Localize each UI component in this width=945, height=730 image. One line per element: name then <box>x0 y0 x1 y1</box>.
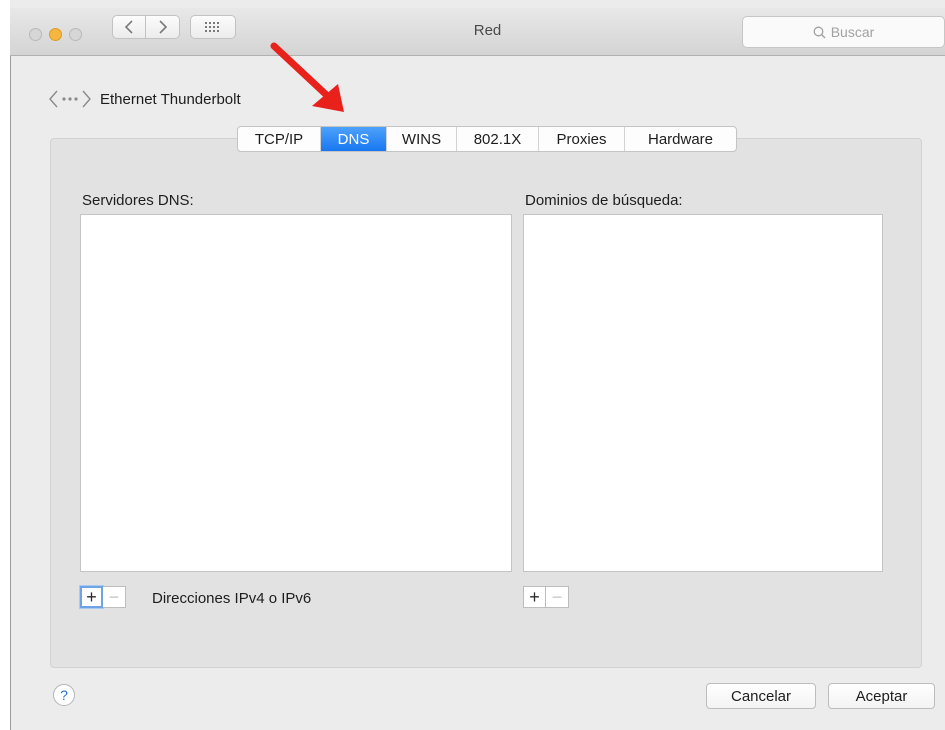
address-hint: Direcciones IPv4 o IPv6 <box>152 590 312 607</box>
tab-bar: TCP/IP DNS WINS 802.1X Proxies Hardware <box>237 126 737 152</box>
add-dns-server-button[interactable]: + <box>80 586 103 608</box>
remove-dns-server-button[interactable]: − <box>103 586 126 608</box>
dns-servers-list[interactable] <box>80 214 512 572</box>
red-arrow-icon <box>270 42 344 112</box>
window-edge <box>10 55 11 730</box>
cancel-button[interactable]: Cancelar <box>706 683 816 709</box>
help-button[interactable]: ? <box>53 684 75 706</box>
tab-hardware[interactable]: Hardware <box>625 127 736 151</box>
tab-tcpip[interactable]: TCP/IP <box>238 127 321 151</box>
search-placeholder: Buscar <box>830 24 875 40</box>
dns-servers-add-remove: + − <box>80 586 126 610</box>
magnifier-icon <box>813 26 826 38</box>
tab-wins[interactable]: WINS <box>387 127 457 151</box>
add-search-domain-button[interactable]: + <box>523 586 546 608</box>
ok-button[interactable]: Aceptar <box>828 683 935 709</box>
dns-servers-label: Servidores DNS: <box>82 192 194 209</box>
ethernet-icon <box>49 90 91 108</box>
search-domains-add-remove: + − <box>523 586 569 610</box>
tab-proxies[interactable]: Proxies <box>539 127 625 151</box>
tab-dns[interactable]: DNS <box>321 127 387 151</box>
search-field[interactable]: Buscar <box>742 16 945 48</box>
interface-header: Ethernet Thunderbolt <box>48 88 241 110</box>
search-domains-list[interactable] <box>523 214 883 572</box>
remove-search-domain-button[interactable]: − <box>546 586 569 608</box>
tab-8021x[interactable]: 802.1X <box>457 127 539 151</box>
search-domains-label: Dominios de búsqueda: <box>525 192 683 209</box>
titlebar: Red Buscar <box>10 8 945 56</box>
interface-name: Ethernet Thunderbolt <box>100 90 241 108</box>
